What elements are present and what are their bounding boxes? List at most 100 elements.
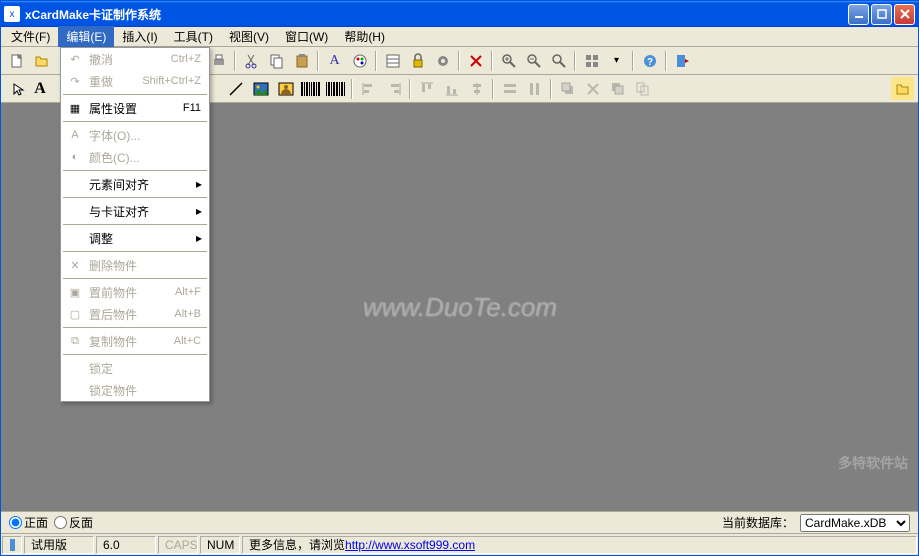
align-bottom-button[interactable] bbox=[440, 77, 463, 100]
same-width-button[interactable] bbox=[498, 77, 521, 100]
align-right-button[interactable] bbox=[382, 77, 405, 100]
barcode-tool[interactable] bbox=[299, 77, 322, 100]
maximize-button[interactable] bbox=[871, 4, 892, 25]
back-radio-label[interactable]: 反面 bbox=[54, 514, 93, 531]
zoomout-button[interactable] bbox=[522, 49, 545, 72]
color-button[interactable] bbox=[348, 49, 371, 72]
props-icon: ▦ bbox=[65, 102, 85, 115]
duplicate-icon bbox=[635, 81, 651, 97]
back-radio[interactable] bbox=[54, 516, 67, 529]
db-label: 当前数据库： bbox=[722, 514, 794, 531]
menu-align-card[interactable]: 与卡证对齐▸ bbox=[61, 200, 209, 222]
menu-back[interactable]: ▢置后物件Alt+B bbox=[61, 303, 209, 325]
gear-icon bbox=[435, 53, 451, 69]
zoomfit-button[interactable] bbox=[547, 49, 570, 72]
align-bottom-icon bbox=[444, 81, 460, 97]
sidebar-toggle[interactable] bbox=[891, 77, 914, 100]
menu-font[interactable]: A字体(O)... bbox=[61, 124, 209, 146]
x-icon bbox=[585, 81, 601, 97]
print-button[interactable] bbox=[207, 49, 230, 72]
send-back-button[interactable] bbox=[606, 77, 629, 100]
menu-align-elements[interactable]: 元素间对齐▸ bbox=[61, 173, 209, 195]
barcode2-tool[interactable] bbox=[324, 77, 347, 100]
status-caps: CAPS bbox=[158, 536, 198, 554]
line-tool[interactable] bbox=[224, 77, 247, 100]
props-button[interactable] bbox=[381, 49, 404, 72]
send-back-icon: ▢ bbox=[65, 308, 85, 321]
pointer-icon bbox=[12, 82, 26, 96]
menu-view[interactable]: 视图(V) bbox=[221, 26, 277, 47]
db-select[interactable]: CardMake.xDB bbox=[800, 514, 910, 532]
menu-delete[interactable]: ✕删除物件 bbox=[61, 254, 209, 276]
menu-props[interactable]: ▦属性设置F11 bbox=[61, 97, 209, 119]
window-controls bbox=[848, 4, 915, 25]
zoomin-button[interactable] bbox=[497, 49, 520, 72]
exit-button[interactable] bbox=[671, 49, 694, 72]
front-radio-label[interactable]: 正面 bbox=[9, 514, 48, 531]
menu-copy-obj[interactable]: ⧉复制物件Alt+C bbox=[61, 330, 209, 352]
menu-lock[interactable]: 锁定 bbox=[61, 357, 209, 379]
menu-separator bbox=[63, 354, 207, 355]
menu-color[interactable]: ◐颜色(C)... bbox=[61, 146, 209, 168]
new-button[interactable] bbox=[5, 49, 28, 72]
same-height-button[interactable] bbox=[523, 77, 546, 100]
menu-separator bbox=[63, 170, 207, 171]
watermark: www.DuoTe.com bbox=[362, 292, 556, 323]
menu-tool[interactable]: 工具(T) bbox=[166, 26, 221, 47]
separator bbox=[458, 51, 460, 71]
side-selector-bar: 正面 反面 当前数据库： CardMake.xDB bbox=[1, 511, 918, 533]
statusbar: 试用版 6.0 CAPS NUM 更多信息，请浏览 http://www.xso… bbox=[1, 533, 918, 555]
separator bbox=[317, 51, 319, 71]
paste-button[interactable] bbox=[290, 49, 313, 72]
front-radio[interactable] bbox=[9, 516, 22, 529]
settings-button[interactable] bbox=[431, 49, 454, 72]
cut-button[interactable] bbox=[240, 49, 263, 72]
open-button[interactable] bbox=[30, 49, 53, 72]
bring-front-button[interactable] bbox=[556, 77, 579, 100]
image-tool[interactable] bbox=[249, 77, 272, 100]
align-center-button[interactable] bbox=[465, 77, 488, 100]
align-left-button[interactable] bbox=[357, 77, 380, 100]
print-icon bbox=[211, 53, 227, 69]
open-folder-icon bbox=[34, 53, 50, 69]
status-url-link[interactable]: http://www.xsoft999.com bbox=[345, 538, 475, 552]
menu-front[interactable]: ▣置前物件Alt+F bbox=[61, 281, 209, 303]
menu-file[interactable]: 文件(F) bbox=[3, 26, 58, 47]
font-btn[interactable]: A bbox=[323, 49, 346, 72]
line-icon bbox=[228, 81, 244, 97]
delete-button[interactable] bbox=[464, 49, 487, 72]
title-text: xCardMake卡证制作系统 bbox=[25, 6, 848, 23]
delete-obj-button[interactable] bbox=[581, 77, 604, 100]
copy-obj-button[interactable] bbox=[631, 77, 654, 100]
align-left-icon bbox=[361, 81, 377, 97]
menu-undo[interactable]: ↶撤消Ctrl+Z bbox=[61, 48, 209, 70]
menu-edit[interactable]: 编辑(E) bbox=[58, 26, 114, 47]
menu-separator bbox=[63, 278, 207, 279]
align-top-button[interactable] bbox=[415, 77, 438, 100]
menu-insert[interactable]: 插入(I) bbox=[114, 26, 165, 47]
help-button[interactable]: ? bbox=[638, 49, 661, 72]
menu-window[interactable]: 窗口(W) bbox=[277, 26, 336, 47]
grid2-button[interactable]: ▾ bbox=[605, 49, 628, 72]
pointer-tool[interactable] bbox=[5, 77, 28, 100]
close-button[interactable] bbox=[894, 4, 915, 25]
menu-adjust[interactable]: 调整▸ bbox=[61, 227, 209, 249]
copy-button[interactable] bbox=[265, 49, 288, 72]
photo-tool[interactable] bbox=[274, 77, 297, 100]
grid-button[interactable] bbox=[580, 49, 603, 72]
align-center-icon bbox=[469, 81, 485, 97]
minimize-button[interactable] bbox=[848, 4, 869, 25]
menu-help[interactable]: 帮助(H) bbox=[336, 26, 393, 47]
submenu-arrow-icon: ▸ bbox=[193, 231, 205, 245]
undo-icon: ↶ bbox=[65, 53, 85, 66]
zoom-fit-icon bbox=[551, 53, 567, 69]
lock-button[interactable] bbox=[406, 49, 429, 72]
menu-lock-obj[interactable]: 锁定物件 bbox=[61, 379, 209, 401]
menu-redo[interactable]: ↷重做Shift+Ctrl+Z bbox=[61, 70, 209, 92]
svg-text:?: ? bbox=[646, 57, 652, 68]
align-top-icon bbox=[419, 81, 435, 97]
text-tool[interactable]: A bbox=[30, 77, 50, 100]
separator bbox=[492, 79, 494, 99]
chevron-down-icon: ▾ bbox=[614, 55, 619, 66]
separator bbox=[574, 51, 576, 71]
